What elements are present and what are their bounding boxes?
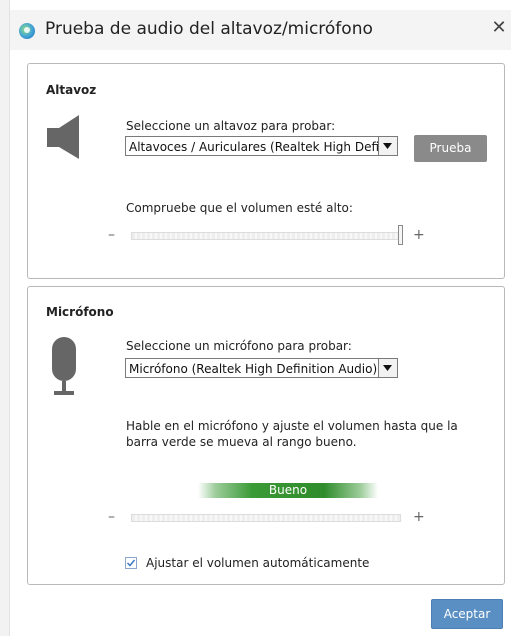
microphone-instructions-line1: Hable en el micrófono y ajuste el volume…	[126, 419, 458, 433]
microphone-select-label: Seleccione un micrófono para probar:	[126, 339, 352, 353]
speaker-dropdown-button[interactable]	[378, 137, 397, 155]
background-window-edge	[0, 0, 9, 636]
speaker-volume-slider-thumb[interactable]	[398, 225, 403, 245]
speaker-panel: Altavoz Seleccione un altavoz para proba…	[27, 63, 505, 279]
test-speaker-button[interactable]: Prueba	[414, 135, 487, 162]
title-bar: Prueba de audio del altavoz/micrófono ✕	[10, 10, 511, 50]
app-logo-icon	[19, 23, 35, 39]
checkmark-icon	[126, 559, 136, 567]
microphone-volume-slider-track[interactable]	[131, 514, 401, 522]
microphone-instructions-line2: barra verde se mueva al rango bueno.	[126, 435, 357, 449]
microphone-dropdown-button[interactable]	[378, 359, 397, 377]
close-button[interactable]: ✕	[491, 18, 507, 38]
window-border	[9, 0, 10, 636]
speaker-select-value: Altavoces / Auriculares (Realtek High De…	[129, 140, 397, 154]
microphone-volume-minus: –	[108, 509, 115, 525]
microphone-panel: Micrófono Seleccione un micrófono para p…	[27, 286, 505, 585]
microphone-select[interactable]: Micrófono (Realtek High Definition Audio…	[125, 358, 398, 378]
accept-button[interactable]: Aceptar	[431, 599, 503, 629]
speaker-volume-minus: –	[108, 227, 115, 243]
speaker-select-label: Seleccione un altavoz para probar:	[126, 119, 336, 133]
chevron-down-icon	[383, 143, 392, 149]
microphone-volume-plus: +	[413, 509, 425, 525]
chevron-down-icon	[383, 365, 392, 371]
microphone-select-value: Micrófono (Realtek High Definition Audio…	[129, 362, 378, 376]
speaker-volume-slider-track[interactable]	[131, 232, 403, 240]
speaker-volume-plus: +	[413, 227, 425, 243]
microphone-section-title: Micrófono	[46, 305, 114, 319]
speaker-select[interactable]: Altavoces / Auriculares (Realtek High De…	[125, 136, 398, 156]
speaker-section-title: Altavoz	[46, 83, 97, 97]
auto-adjust-checkbox[interactable]	[125, 557, 137, 569]
auto-adjust-label[interactable]: Ajustar el volumen automáticamente	[146, 556, 369, 570]
microphone-icon	[52, 337, 76, 395]
speaker-volume-label: Compruebe que el volumen esté alto:	[126, 201, 353, 215]
microphone-level-indicator: Bueno	[198, 483, 378, 498]
window-title: Prueba de audio del altavoz/micrófono	[45, 19, 373, 39]
speaker-icon	[47, 115, 79, 159]
